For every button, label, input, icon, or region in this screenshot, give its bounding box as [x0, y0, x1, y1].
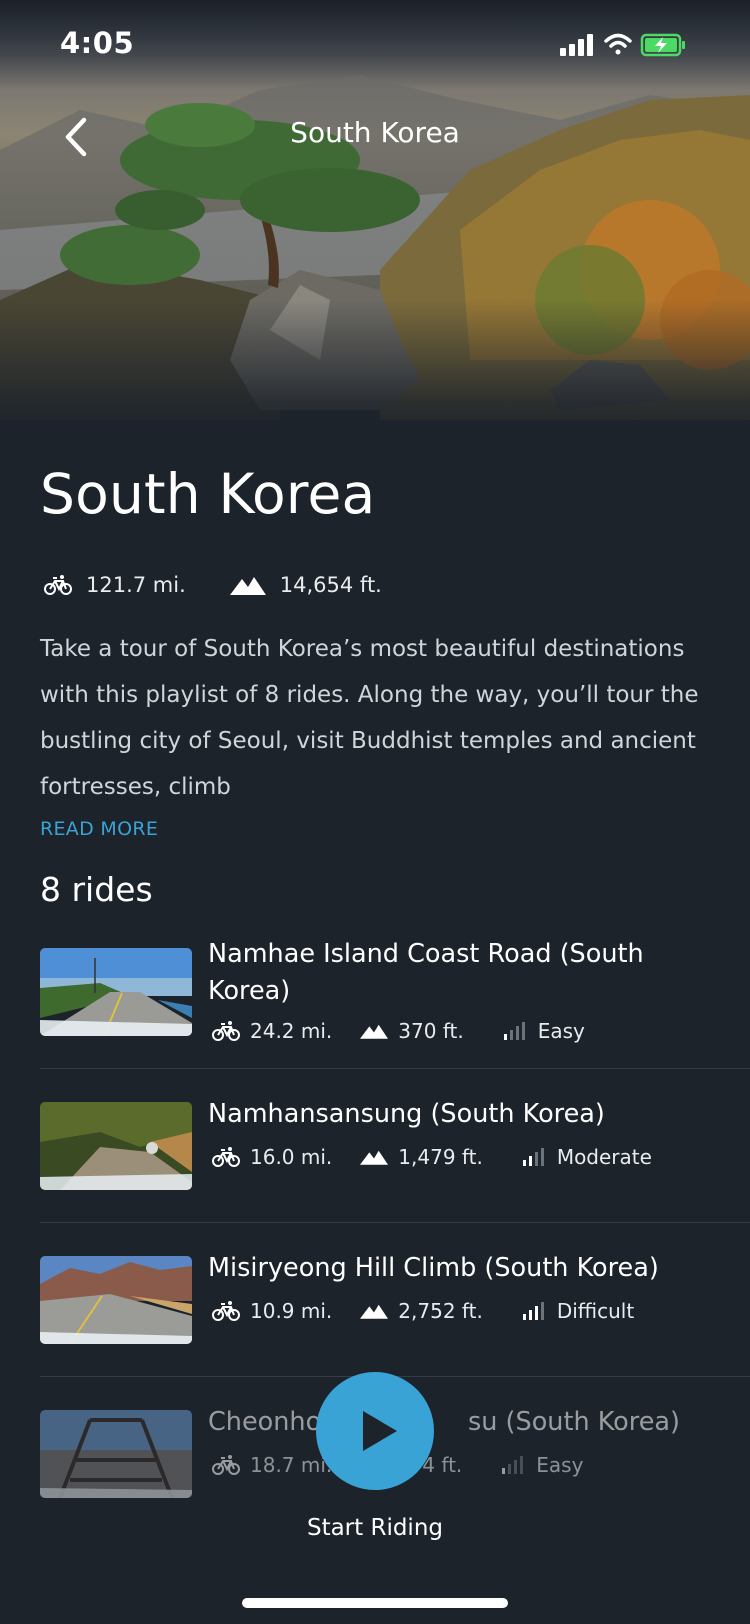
difficulty-bars-icon [502, 1456, 524, 1474]
ride-distance: 24.2 mi. [250, 1019, 333, 1043]
ride-name: Misiryeong Hill Climb (South Korea) [208, 1253, 659, 1283]
mountain-icon [360, 1024, 389, 1039]
mountain-icon [360, 1150, 389, 1165]
ride-distance: 18.7 mi. [250, 1453, 333, 1477]
bicycle-icon [212, 1455, 240, 1475]
ride-difficulty: Difficult [556, 1299, 635, 1323]
start-riding-label[interactable]: Start Riding [275, 1515, 475, 1541]
difficulty-bars-icon [522, 1148, 544, 1166]
bicycle-icon [212, 1301, 240, 1321]
mountain-icon [360, 1304, 389, 1319]
rides-heading: 8 rides [40, 870, 153, 909]
ride-name: Namhae Island Coast Road (South Korea) [208, 939, 644, 1006]
play-icon [363, 1411, 397, 1451]
playlist-description: Take a tour of South Korea’s most beauti… [40, 636, 699, 800]
home-indicator [242, 1598, 508, 1608]
battery-charging-icon [640, 33, 685, 57]
ride-item[interactable]: Namhae Island Coast Road (South Korea) 2… [40, 939, 750, 1046]
playlist-elevation: 14,654 ft. [279, 573, 382, 597]
mountain-icon [229, 577, 266, 595]
difficulty-bars-icon [503, 1022, 525, 1040]
ride-name: Namhansansung (South Korea) [208, 1099, 605, 1129]
page-title: South Korea [40, 462, 376, 526]
ride-elevation: 2,752 ft. [398, 1299, 483, 1323]
status-icons [560, 33, 685, 57]
ride-distance: 16.0 mi. [250, 1145, 333, 1169]
ride-difficulty: Easy [537, 1019, 585, 1043]
read-more-link[interactable]: READ MORE [40, 818, 158, 840]
ride-elevation: 4 ft. [422, 1453, 463, 1477]
ride-thumbnail [40, 1410, 192, 1498]
ride-distance: 10.9 mi. [250, 1299, 333, 1323]
playlist-distance: 121.7 mi. [86, 573, 186, 597]
ride-thumbnail [40, 1256, 192, 1344]
difficulty-bars-icon [522, 1302, 544, 1320]
ride-item[interactable]: Namhansansung (South Korea) 16.0 mi. 1,4… [40, 1098, 750, 1198]
bicycle-icon [212, 1021, 240, 1041]
status-time: 4:05 [60, 26, 135, 60]
ride-difficulty: Moderate [556, 1145, 652, 1169]
nav-title: South Korea [290, 116, 460, 149]
wifi-icon [604, 33, 632, 55]
bicycle-icon [212, 1147, 240, 1167]
ride-meta: 10.9 mi. 2,752 ft. Difficult [212, 1296, 634, 1326]
playlist-stats: 121.7 mi. 14,654 ft. [44, 568, 382, 602]
divider [40, 1068, 750, 1069]
start-riding-button[interactable] [316, 1372, 434, 1490]
chevron-left-icon [65, 117, 87, 157]
ride-elevation: 370 ft. [398, 1019, 464, 1043]
ride-meta: 24.2 mi. 370 ft. Easy [212, 1016, 585, 1046]
cellular-signal-icon [560, 34, 593, 56]
divider [40, 1222, 750, 1223]
back-button[interactable] [56, 112, 100, 162]
ride-difficulty: Easy [536, 1453, 584, 1477]
ride-thumbnail [40, 948, 192, 1036]
ride-name-right: su (South Korea) [468, 1407, 680, 1437]
ride-elevation: 1,479 ft. [398, 1145, 483, 1169]
ride-thumbnail [40, 1102, 192, 1190]
ride-item[interactable]: Misiryeong Hill Climb (South Korea) 10.9… [40, 1252, 750, 1352]
ride-meta: 16.0 mi. 1,479 ft. Moderate [212, 1142, 652, 1172]
status-bar: 4:05 [0, 0, 750, 90]
bicycle-icon [44, 575, 72, 595]
